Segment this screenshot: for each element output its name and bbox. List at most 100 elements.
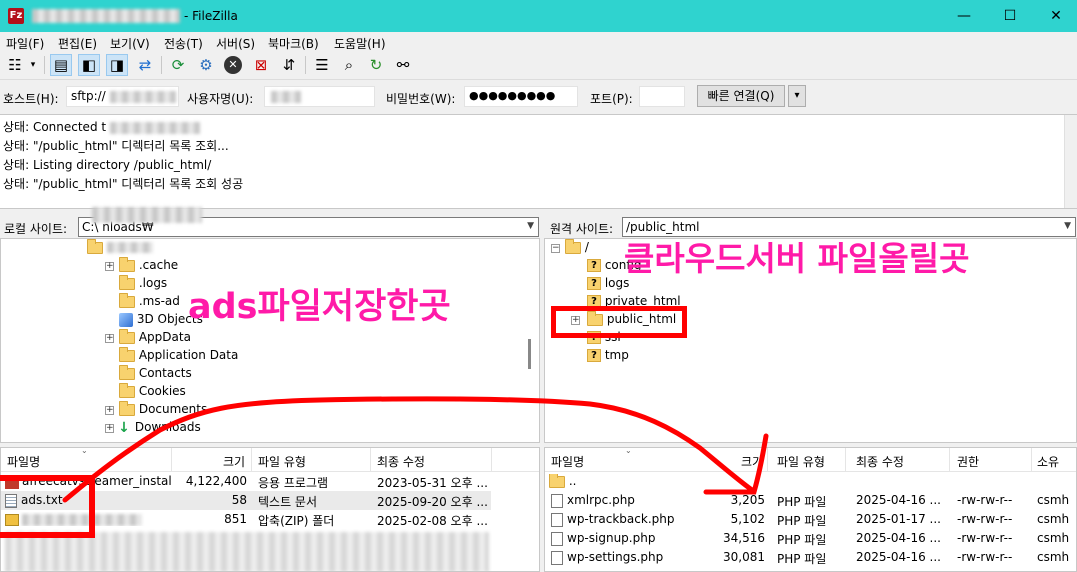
tree-item-root[interactable]: − / bbox=[551, 239, 589, 258]
tree-item[interactable]: Application Data bbox=[105, 346, 238, 366]
table-row-ads-txt[interactable]: ads.txt 58 텍스트 문서 2025-09-20 오후 ... bbox=[1, 491, 491, 510]
folder-icon bbox=[87, 239, 103, 254]
tree-item[interactable]: ? tmp bbox=[571, 348, 629, 366]
menu-file[interactable]: 파일(F) bbox=[6, 35, 44, 52]
menu-help[interactable]: 도움말(H) bbox=[334, 35, 386, 52]
column-filetype[interactable]: 파일 유형 bbox=[777, 453, 825, 470]
tree-item[interactable]: + AppData bbox=[105, 328, 191, 348]
toolbar: ☷ ▾ ▤ ◧ ◨ ⇄ ⟳ ⚙ ✕ ⊠ ⇵ ☰ ⌕ ↻ ⚯ bbox=[0, 52, 1077, 80]
tree-scrollbar-thumb[interactable] bbox=[528, 339, 531, 369]
tree-item[interactable]: + ↓ Downloads bbox=[105, 420, 201, 438]
column-filetype[interactable]: 파일 유형 bbox=[258, 453, 306, 470]
table-row[interactable]: wp-trackback.php 5,102 PHP 파일 2025-01-17… bbox=[545, 510, 1076, 529]
minimize-button[interactable]: — bbox=[941, 0, 987, 32]
local-file-list[interactable]: 파일명 ⌄ 크기 파일 유형 최종 수정 afreecatvstreamer_i… bbox=[0, 447, 540, 572]
remote-site-label: 원격 사이트: bbox=[550, 222, 614, 236]
column-filename[interactable]: 파일명 bbox=[551, 453, 584, 470]
menu-transfer[interactable]: 전송(T) bbox=[164, 35, 203, 52]
php-file-icon bbox=[551, 531, 563, 546]
folder-icon bbox=[119, 256, 135, 272]
password-input[interactable]: ●●●●●●●●● bbox=[464, 86, 578, 107]
column-owner[interactable]: 소유 bbox=[1037, 453, 1059, 470]
annotation-local-note: ads파일저장한곳 bbox=[188, 287, 451, 327]
application-icon bbox=[5, 474, 19, 489]
tree-item[interactable]: .logs bbox=[105, 274, 167, 294]
local-directory-tree[interactable]: + .cache .logs .ms-ad 3D Objects + AppDa… bbox=[0, 238, 540, 443]
process-queue-icon[interactable]: ⚙ bbox=[195, 54, 217, 76]
sync-browsing-icon[interactable]: ↻ bbox=[365, 54, 387, 76]
close-button[interactable]: ✕ bbox=[1033, 0, 1077, 32]
reconnect-icon[interactable]: ⇵ bbox=[278, 54, 300, 76]
cancel-icon[interactable]: ✕ bbox=[222, 54, 244, 76]
text-file-icon bbox=[5, 493, 17, 508]
chevron-down-icon[interactable]: ▼ bbox=[1064, 221, 1071, 231]
menu-view[interactable]: 보기(V) bbox=[110, 35, 150, 52]
refresh-icon[interactable]: ⟳ bbox=[167, 54, 189, 76]
tree-item[interactable]: + .cache bbox=[105, 256, 178, 276]
quickconnect-bar: 호스트(H): sftp:// 사용자명(U): 비밀번호(W): ●●●●●●… bbox=[0, 82, 1077, 112]
toggle-log-icon[interactable]: ▤ bbox=[50, 54, 72, 76]
toggle-local-tree-icon[interactable]: ◧ bbox=[78, 54, 100, 76]
documents-folder-icon bbox=[119, 400, 135, 416]
local-site-label: 로컬 사이트: bbox=[4, 222, 68, 236]
folder-icon bbox=[119, 274, 135, 290]
zip-folder-icon bbox=[5, 513, 19, 526]
username-label: 사용자명(U): bbox=[187, 92, 254, 106]
table-row[interactable]: wp-signup.php 34,516 PHP 파일 2025-04-16 .… bbox=[545, 529, 1076, 548]
menu-edit[interactable]: 편집(E) bbox=[58, 35, 97, 52]
site-manager-dropdown-icon[interactable]: ▾ bbox=[26, 54, 40, 76]
folder-icon bbox=[565, 239, 581, 254]
tree-item[interactable]: .ms-ad bbox=[105, 292, 180, 312]
table-row[interactable]: xmlrpc.php 3,205 PHP 파일 2025-04-16 ... -… bbox=[545, 491, 1076, 510]
php-file-icon bbox=[551, 512, 563, 527]
search-files-icon[interactable]: ⚯ bbox=[392, 54, 414, 76]
directory-listing-filter-icon[interactable]: ☰ bbox=[311, 54, 333, 76]
table-row[interactable]: 851 압축(ZIP) 폴더 2025-02-08 오후 ... bbox=[1, 510, 491, 529]
remote-list-header: 파일명 ⌄ 크기 파일 유형 최종 수정 권한 소유 bbox=[545, 448, 1076, 472]
host-label: 호스트(H): bbox=[3, 92, 59, 106]
folder-icon bbox=[119, 292, 135, 308]
tree-item[interactable]: Cookies bbox=[105, 382, 186, 402]
message-log[interactable]: 상태: Connected t 상태: "/public_html" 디렉터리 … bbox=[0, 114, 1077, 209]
tree-item[interactable]: Contacts bbox=[105, 364, 192, 384]
unknown-folder-icon: ? bbox=[587, 277, 601, 290]
column-size[interactable]: 크기 bbox=[223, 453, 245, 470]
downloads-icon: ↓ bbox=[118, 419, 130, 436]
local-site-bar: 로컬 사이트: C:\ nloads₩ ▼ bbox=[0, 207, 540, 237]
log-scrollbar[interactable] bbox=[1064, 115, 1077, 208]
quickconnect-history-dropdown[interactable]: ▾ bbox=[788, 85, 806, 107]
highlight-box-public-html bbox=[551, 306, 687, 338]
column-modified[interactable]: 최종 수정 bbox=[377, 453, 425, 470]
table-row[interactable]: afreecatvstreamer_installe... 4,122,400 … bbox=[1, 472, 491, 491]
site-manager-icon[interactable]: ☷ bbox=[4, 54, 26, 76]
menu-server[interactable]: 서버(S) bbox=[216, 35, 255, 52]
maximize-button[interactable]: ☐ bbox=[987, 0, 1033, 32]
remote-file-list[interactable]: 파일명 ⌄ 크기 파일 유형 최종 수정 권한 소유 .. xmlrpc.php… bbox=[544, 447, 1077, 572]
filezilla-logo-icon: Fz bbox=[8, 8, 24, 24]
quickconnect-button[interactable]: 빠른 연결(Q) bbox=[697, 85, 785, 107]
toggle-remote-tree-icon[interactable]: ◨ bbox=[106, 54, 128, 76]
contacts-folder-icon bbox=[119, 364, 135, 380]
menu-bookmarks[interactable]: 북마크(B) bbox=[268, 35, 319, 52]
compare-directories-icon[interactable]: ⌕ bbox=[338, 54, 360, 76]
tree-item[interactable] bbox=[87, 239, 153, 258]
table-row[interactable]: wp-settings.php 30,081 PHP 파일 2025-04-16… bbox=[545, 548, 1076, 567]
php-file-icon bbox=[551, 493, 563, 508]
chevron-down-icon[interactable]: ▼ bbox=[527, 221, 534, 231]
disconnect-icon[interactable]: ⊠ bbox=[250, 54, 272, 76]
tree-item[interactable]: + Documents bbox=[105, 400, 207, 420]
3d-objects-icon bbox=[119, 312, 133, 327]
folder-shortcut-icon bbox=[119, 346, 135, 362]
host-input[interactable]: sftp:// bbox=[66, 86, 179, 107]
column-size[interactable]: 크기 bbox=[741, 453, 763, 470]
column-filename[interactable]: 파일명 bbox=[7, 453, 40, 470]
password-label: 비밀번호(W): bbox=[386, 92, 456, 106]
port-input[interactable] bbox=[639, 86, 685, 107]
tree-item[interactable]: ? logs bbox=[571, 276, 629, 294]
username-input[interactable] bbox=[264, 86, 375, 107]
unknown-folder-icon: ? bbox=[587, 349, 601, 362]
column-permissions[interactable]: 권한 bbox=[957, 453, 979, 470]
column-modified[interactable]: 최종 수정 bbox=[856, 453, 904, 470]
table-row-parent-dir[interactable]: .. bbox=[545, 472, 1076, 491]
toggle-queue-icon[interactable]: ⇄ bbox=[134, 54, 156, 76]
